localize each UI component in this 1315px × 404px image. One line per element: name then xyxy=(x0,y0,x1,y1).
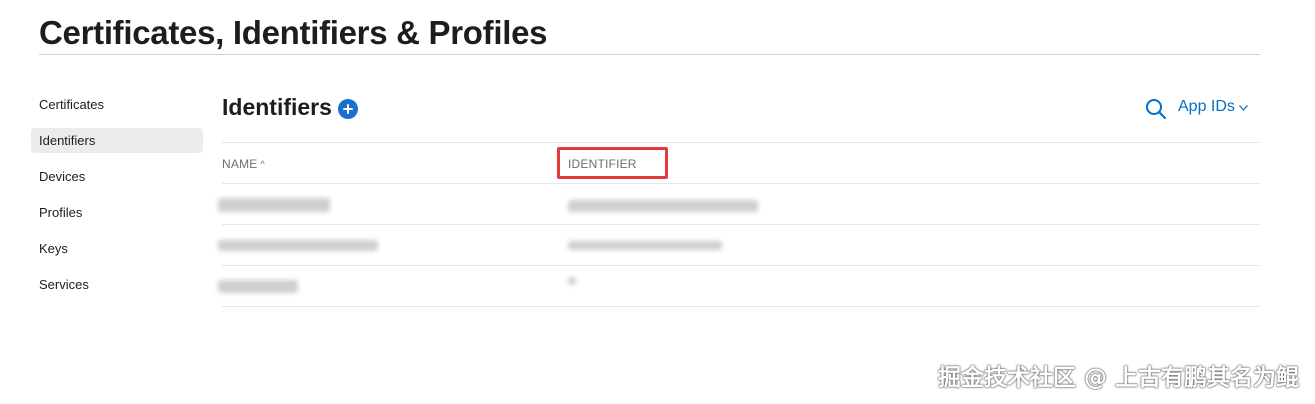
sidebar-item-identifiers[interactable]: Identifiers xyxy=(31,128,203,153)
column-header-name[interactable]: NAME ^ xyxy=(222,157,265,171)
identifier-highlight-box xyxy=(557,147,668,179)
redacted-identifier xyxy=(568,200,758,212)
sidebar-item-devices[interactable]: Devices xyxy=(31,164,203,189)
identifier-type-value: App IDs xyxy=(1178,98,1235,115)
redacted-identifier xyxy=(568,241,722,250)
sidebar-item-profiles[interactable]: Profiles xyxy=(31,200,203,225)
redacted-identifier xyxy=(568,277,576,285)
search-button[interactable] xyxy=(1145,98,1167,120)
section-title: Identifiers xyxy=(222,94,332,120)
sort-ascending-icon: ^ xyxy=(260,159,265,169)
search-icon xyxy=(1146,99,1167,120)
page-title: Certificates, Identifiers & Profiles xyxy=(39,14,548,51)
column-header-name-label: NAME xyxy=(222,157,258,171)
sidebar-item-services[interactable]: Services xyxy=(31,272,203,297)
identifier-type-dropdown[interactable]: App IDs xyxy=(1178,98,1248,116)
sidebar-item-certificates[interactable]: Certificates xyxy=(31,92,203,117)
section-header: Identifiers xyxy=(222,94,358,121)
add-identifier-button[interactable] xyxy=(337,99,358,119)
sidebar-item-keys[interactable]: Keys xyxy=(31,236,203,261)
table-header-row: NAME ^ IDENTIFIER xyxy=(222,142,1260,183)
table-row[interactable] xyxy=(218,265,1260,307)
chevron-down-icon xyxy=(1238,105,1248,111)
table-row[interactable] xyxy=(218,183,1260,224)
title-divider xyxy=(39,54,1260,55)
redacted-name xyxy=(218,198,330,212)
table-row[interactable] xyxy=(218,224,1260,265)
redacted-name xyxy=(218,280,298,293)
watermark: 掘金技术社区 @ 上古有鹏其名为鲲 xyxy=(937,365,1299,391)
identifiers-table: NAME ^ IDENTIFIER xyxy=(218,142,1260,307)
sidebar: Certificates Identifiers Devices Profile… xyxy=(31,92,203,308)
redacted-name xyxy=(218,240,378,251)
plus-circle-icon xyxy=(337,99,358,119)
